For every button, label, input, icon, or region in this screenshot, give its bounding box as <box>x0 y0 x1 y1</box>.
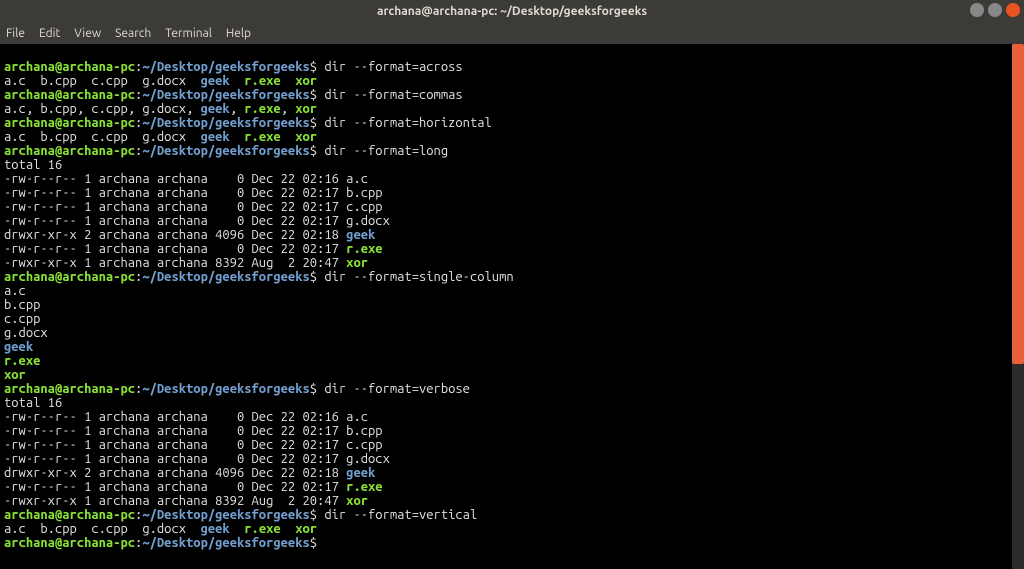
exec-xor: xor <box>295 74 317 88</box>
scrollbar-thumb[interactable] <box>1012 44 1024 364</box>
menubar: File Edit View Search Terminal Help <box>0 22 1024 44</box>
window-title: archana@archana-pc: ~/Desktop/geeksforge… <box>377 5 647 18</box>
window-controls <box>970 3 1020 17</box>
menu-view[interactable]: View <box>74 27 101 40</box>
minimize-button[interactable] <box>970 3 984 17</box>
menu-file[interactable]: File <box>6 27 25 40</box>
menu-terminal[interactable]: Terminal <box>165 27 212 40</box>
exec-rexe: r.exe <box>244 74 280 88</box>
command-text: dir --format=across <box>324 60 462 74</box>
titlebar: archana@archana-pc: ~/Desktop/geeksforge… <box>0 0 1024 22</box>
menu-help[interactable]: Help <box>226 27 251 40</box>
maximize-button[interactable] <box>988 3 1002 17</box>
menu-edit[interactable]: Edit <box>39 27 60 40</box>
terminal-body[interactable]: archana@archana-pc:~/Desktop/geeksforgee… <box>0 44 1024 569</box>
dir-geek: geek <box>201 74 230 88</box>
prompt-user: archana@archana-pc <box>4 60 135 74</box>
menu-search[interactable]: Search <box>115 27 151 40</box>
close-button[interactable] <box>1006 3 1020 17</box>
